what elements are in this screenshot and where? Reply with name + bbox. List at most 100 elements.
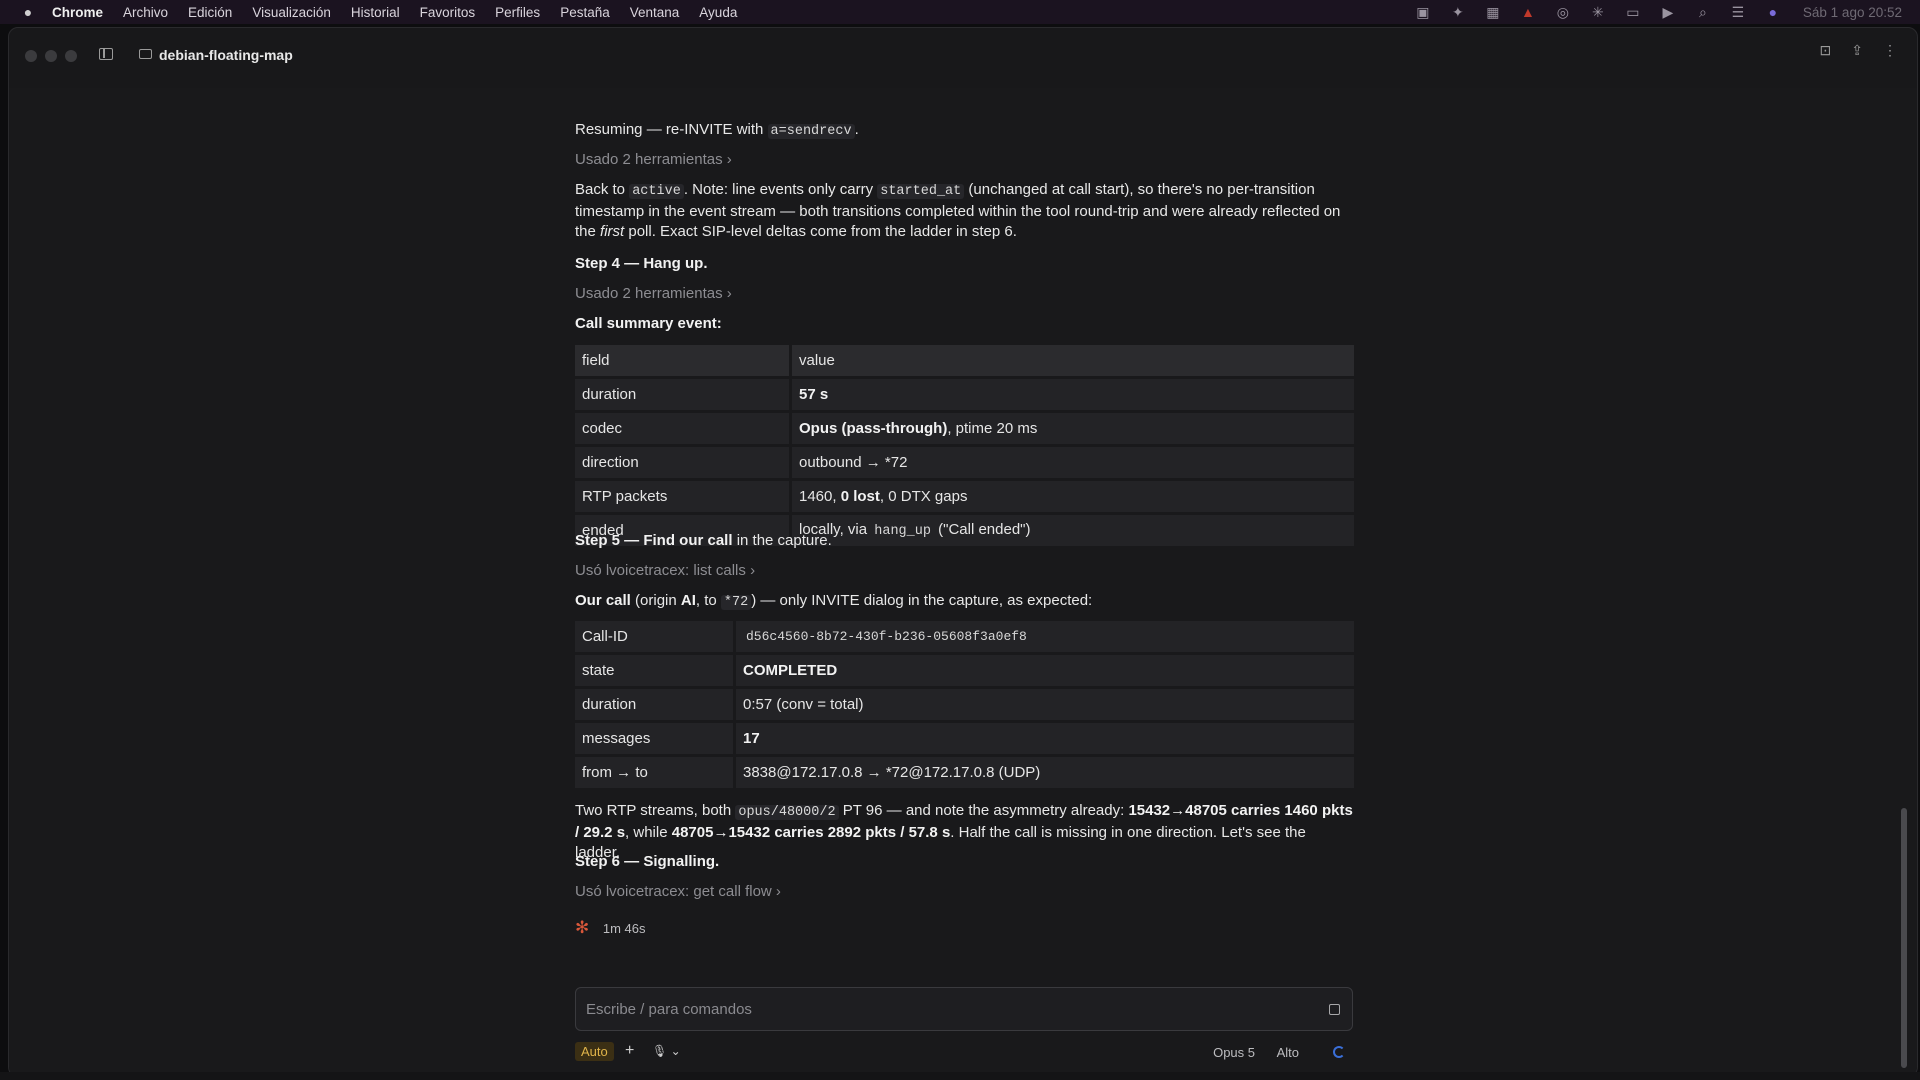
table-row: direction outbound → *72 xyxy=(575,447,1354,478)
elapsed-time: 1m 46s xyxy=(602,921,646,936)
summary-heading: Call summary event: xyxy=(575,315,722,332)
value-cell: d56c4560-8b72-430f-b236-05608f3a0ef8 xyxy=(736,621,1354,652)
grid-icon[interactable]: ▦ xyxy=(1484,4,1502,20)
message-input[interactable]: Escribe / para comandos xyxy=(575,987,1353,1031)
chevron-right-icon: › xyxy=(750,562,756,579)
menu-archivo[interactable]: Archivo xyxy=(123,5,168,20)
value-cell: 57 s xyxy=(792,379,1354,410)
scrolled-text-fragment xyxy=(575,92,1353,112)
effort-selector[interactable]: Alto xyxy=(1277,1045,1299,1060)
chat-content: Resuming — re-INVITE with a=sendrecv. Us… xyxy=(9,88,1917,1076)
sidebar-toggle-icon[interactable] xyxy=(99,48,113,60)
step5-heading: Step 5 — Find our call in the capture. xyxy=(575,532,832,549)
value-cell: Opus (pass-through), ptime 20 ms xyxy=(792,413,1354,444)
call-table: Call-ID d56c4560-8b72-430f-b236-05608f3a… xyxy=(572,618,1357,791)
field-cell: RTP packets xyxy=(575,481,789,512)
clock[interactable]: Sáb 1 ago 20:52 xyxy=(1803,5,1902,20)
spinner-asterisk-icon: ✻ xyxy=(575,918,590,937)
close-window-icon[interactable] xyxy=(25,50,37,62)
loading-spinner-icon xyxy=(1333,1046,1345,1058)
value-cell: 1460, 0 lost, 0 DTX gaps xyxy=(792,481,1354,512)
apple-menu-icon[interactable]: ● xyxy=(20,4,36,20)
microphone-icon[interactable]: 🎙 ⌄ xyxy=(652,1044,681,1058)
share-icon[interactable]: ⇪ xyxy=(1851,42,1863,59)
camera-icon[interactable]: ◎ xyxy=(1554,4,1572,20)
tools-used-2[interactable]: Usado 2 herramientas › xyxy=(575,284,1353,304)
key-cell: duration xyxy=(575,689,733,720)
table-row: messages 17 xyxy=(575,723,1354,754)
table-row: RTP packets 1460, 0 lost, 0 DTX gaps xyxy=(575,481,1354,512)
panel-icon[interactable]: ⊡ xyxy=(1820,42,1832,59)
scrollbar[interactable] xyxy=(1901,808,1907,1068)
table-header-cell: field xyxy=(575,345,789,376)
field-cell: codec xyxy=(575,413,789,444)
tool-list-calls[interactable]: Usó lvoicetracex: list calls › xyxy=(575,561,1353,581)
stop-icon[interactable] xyxy=(1329,1004,1340,1015)
table-row: state COMPLETED xyxy=(575,655,1354,686)
screen-record-icon[interactable]: ▣ xyxy=(1414,4,1432,20)
value-cell: COMPLETED xyxy=(736,655,1354,686)
menu-ventana[interactable]: Ventana xyxy=(630,5,680,20)
table-header-row: field value xyxy=(575,345,1354,376)
back-to-active-paragraph: Back to active. Note: line events only c… xyxy=(575,181,1341,240)
table-header-cell: value xyxy=(792,345,1354,376)
menu-visualizacion[interactable]: Visualización xyxy=(252,5,331,20)
menu-favoritos[interactable]: Favoritos xyxy=(420,5,476,20)
input-placeholder: Escribe / para comandos xyxy=(586,1001,752,1018)
key-cell: from → to xyxy=(575,757,733,788)
mode-badge[interactable]: Auto xyxy=(575,1042,614,1061)
menu-perfiles[interactable]: Perfiles xyxy=(495,5,540,20)
menu-ayuda[interactable]: Ayuda xyxy=(699,5,737,20)
resume-paragraph: Resuming — re-INVITE with a=sendrecv. xyxy=(575,121,859,139)
chevron-right-icon: › xyxy=(726,151,732,168)
status-icons: ▣ ✦ ▦ ▲ ◎ ✳ ▭ ▶ ⌕ ☰ ● Sáb 1 ago 20:52 xyxy=(1414,0,1902,24)
model-selector[interactable]: Opus 5 xyxy=(1213,1045,1255,1060)
tools-used-1[interactable]: Usado 2 herramientas › xyxy=(575,150,1353,170)
table-row: from → to 3838@172.17.0.8 → *72@172.17.0… xyxy=(575,757,1354,788)
window-title: debian-floating-map xyxy=(159,47,293,63)
value-cell: 17 xyxy=(736,723,1354,754)
menu-pestana[interactable]: Pestaña xyxy=(560,5,610,20)
tool-get-call-flow[interactable]: Usó lvoicetracex: get call flow › xyxy=(575,882,1353,902)
search-icon[interactable]: ⌕ xyxy=(1694,4,1712,20)
chevron-right-icon: › xyxy=(775,883,781,900)
add-icon[interactable]: + xyxy=(625,1042,634,1060)
display-icon[interactable]: ▭ xyxy=(1624,4,1642,20)
composer-footer: Auto + 🎙 ⌄ Opus 5 Alto xyxy=(575,1042,1353,1064)
menu-chrome[interactable]: Chrome xyxy=(52,5,103,20)
minimize-window-icon[interactable] xyxy=(45,50,57,62)
sparkle-icon[interactable]: ✦ xyxy=(1449,4,1467,20)
menu-historial[interactable]: Historial xyxy=(351,5,400,20)
play-icon[interactable]: ▶ xyxy=(1659,4,1677,20)
step4-heading: Step 4 — Hang up. xyxy=(575,255,708,272)
window-actions: ⊡ ⇪ ⋮ xyxy=(1820,42,1897,59)
laptop-icon xyxy=(139,49,152,59)
summary-table: field value duration 57 s codec Opus (pa… xyxy=(572,342,1357,549)
control-center-icon[interactable]: ☰ xyxy=(1729,4,1747,20)
field-cell: direction xyxy=(575,447,789,478)
siri-icon[interactable]: ● xyxy=(1764,4,1782,20)
table-row: Call-ID d56c4560-8b72-430f-b236-05608f3a… xyxy=(575,621,1354,652)
table-row: duration 57 s xyxy=(575,379,1354,410)
key-cell: state xyxy=(575,655,733,686)
key-cell: messages xyxy=(575,723,733,754)
table-row: codec Opus (pass-through), ptime 20 ms xyxy=(575,413,1354,444)
more-options-icon[interactable]: ⋮ xyxy=(1883,42,1897,59)
table-row: duration 0:57 (conv = total) xyxy=(575,689,1354,720)
step6-heading: Step 6 — Signalling. xyxy=(575,853,720,870)
summary-table-wrap: field value duration 57 s codec Opus (pa… xyxy=(575,342,1354,549)
menu-edicion[interactable]: Edición xyxy=(188,5,232,20)
chevron-right-icon: › xyxy=(726,285,732,302)
value-cell: 3838@172.17.0.8 → *72@172.17.0.8 (UDP) xyxy=(736,757,1354,788)
working-indicator: ✻ 1m 46s xyxy=(575,918,1353,939)
dock-strip xyxy=(0,1072,1920,1080)
browser-window: debian-floating-map ⊡ ⇪ ⋮ Resuming — re-… xyxy=(8,27,1918,1077)
value-cell: outbound → *72 xyxy=(792,447,1354,478)
asterisk-icon[interactable]: ✳ xyxy=(1589,4,1607,20)
menu-bar: ● Chrome Archivo Edición Visualización H… xyxy=(0,0,1920,24)
zoom-window-icon[interactable] xyxy=(65,50,77,62)
app-status-icon[interactable]: ▲ xyxy=(1519,4,1537,20)
key-cell: Call-ID xyxy=(575,621,733,652)
call-table-wrap: Call-ID d56c4560-8b72-430f-b236-05608f3a… xyxy=(575,618,1354,791)
our-call-paragraph: Our call (origin AI, to *72) — only INVI… xyxy=(575,592,1093,610)
